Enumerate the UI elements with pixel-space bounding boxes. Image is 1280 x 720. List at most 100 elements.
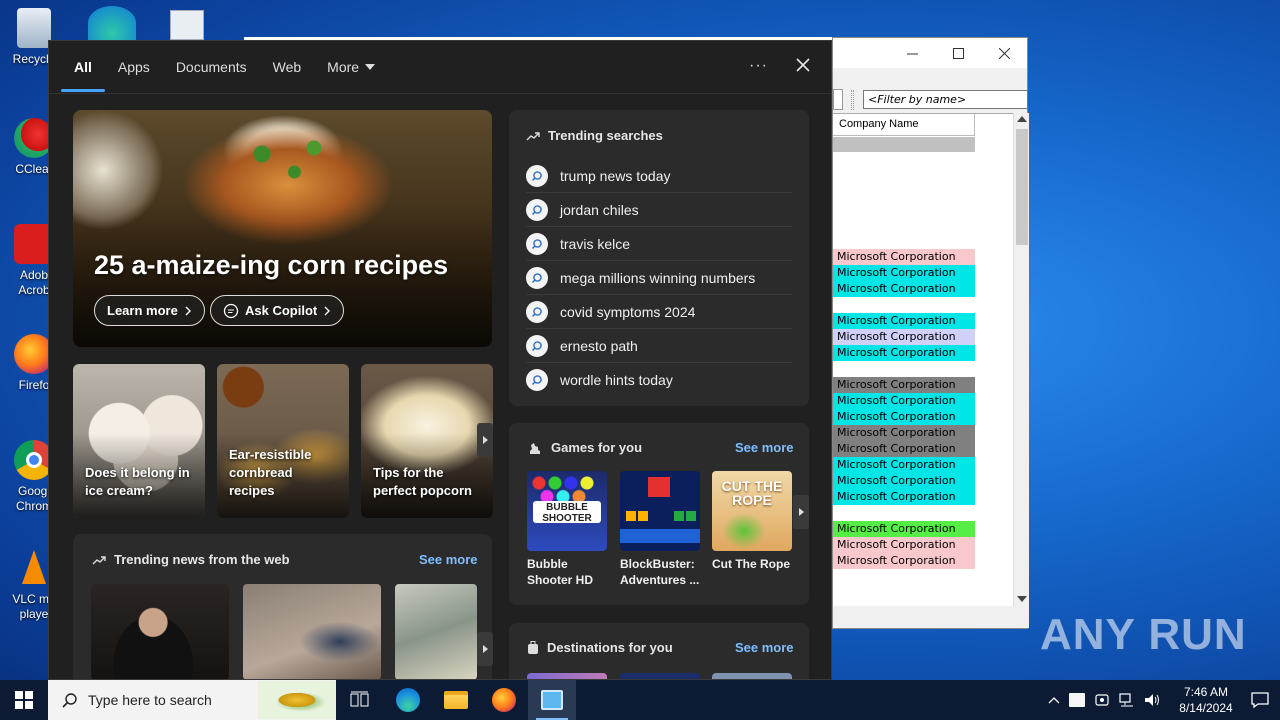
trending-search-item[interactable]: wordle hints today [526, 363, 792, 397]
news-image-1[interactable] [91, 584, 229, 679]
background-window[interactable]: <Filter by name> Company Name Microsoft … [832, 37, 1029, 629]
recycle-bin-icon [17, 8, 51, 48]
process-grid[interactable]: Company Name Microsoft Corporation Micros… [833, 113, 1013, 606]
table-row[interactable]: Microsoft Corporation [833, 393, 975, 409]
destinations-see-more-link[interactable]: See more [735, 640, 794, 655]
toolbar-box[interactable] [833, 89, 843, 110]
hero-title[interactable]: 25 a-maize-ing corn recipes [94, 250, 448, 281]
close-window-button[interactable] [981, 38, 1027, 68]
taskbar-file-explorer[interactable] [432, 680, 480, 720]
tab-label: All [74, 59, 92, 75]
destination-image-3[interactable] [712, 673, 792, 679]
destinations-panel: Destinations for you See more [509, 623, 809, 679]
tab-all[interactable]: All [61, 41, 105, 94]
news-image-2[interactable] [243, 584, 381, 679]
hero-card[interactable]: 25 a-maize-ing corn recipes Learn more A… [73, 110, 492, 347]
destination-image-2[interactable] [620, 673, 700, 679]
table-row[interactable]: Microsoft Corporation [833, 521, 975, 537]
filter-input[interactable]: <Filter by name> [863, 90, 1028, 109]
table-row[interactable]: Microsoft Corporation [833, 265, 975, 281]
news-see-more-link[interactable]: See more [419, 552, 478, 567]
notification-center-icon[interactable] [1250, 691, 1270, 709]
taskbar-firefox[interactable] [480, 680, 528, 720]
trending-search-item[interactable]: jordan chiles [526, 193, 792, 227]
news-image-3[interactable] [395, 584, 477, 679]
toolbar-separator [851, 90, 854, 110]
destinations-title-label: Destinations for you [547, 640, 673, 655]
start-button[interactable] [0, 680, 48, 720]
column-header-company[interactable]: Company Name [833, 114, 975, 136]
table-row[interactable]: Microsoft Corporation [833, 473, 975, 489]
volume-icon[interactable] [1144, 692, 1162, 708]
scroll-up-arrow[interactable] [1017, 116, 1027, 122]
games-next-button[interactable] [793, 495, 809, 529]
meet-now-icon[interactable] [1094, 692, 1110, 708]
trending-search-label: ernesto path [560, 337, 638, 354]
card-ice-cream[interactable]: Does it belong in ice cream? [73, 364, 205, 518]
card-caption: Ear-resistible cornbread recipes [229, 447, 312, 498]
horizontal-scrollbar[interactable] [833, 606, 1029, 628]
chevron-up-icon[interactable] [1048, 696, 1060, 704]
tab-more[interactable]: More [314, 41, 388, 94]
notes-icon[interactable] [1069, 693, 1085, 707]
table-row[interactable]: Microsoft Corporation [833, 345, 975, 361]
table-row[interactable]: Microsoft Corporation [833, 553, 975, 569]
trending-search-item[interactable]: covid symptoms 2024 [526, 295, 792, 329]
card-cornbread[interactable]: Ear-resistible cornbread recipes [217, 364, 349, 518]
tab-web[interactable]: Web [260, 41, 315, 94]
table-row[interactable]: Microsoft Corporation [833, 425, 975, 441]
trending-search-item[interactable]: travis kelce [526, 227, 792, 261]
table-row[interactable]: Microsoft Corporation [833, 441, 975, 457]
games-see-more-link[interactable]: See more [735, 440, 794, 455]
game-blockbuster[interactable]: BlockBuster: Adventures ... [620, 471, 700, 588]
more-options-button[interactable]: ··· [749, 57, 768, 75]
chevron-right-icon [185, 306, 191, 315]
edge-desktop-icon[interactable] [88, 6, 136, 40]
document-desktop-icon[interactable] [170, 10, 204, 40]
cards-next-button[interactable] [477, 423, 493, 457]
learn-more-button[interactable]: Learn more [94, 295, 205, 326]
folder-icon [444, 691, 468, 709]
anyrun-watermark: ANY RUN [1040, 610, 1247, 660]
cut-the-rope-logo: CUT THE ROPE [721, 478, 783, 508]
scroll-down-arrow[interactable] [1017, 596, 1027, 602]
card-popcorn[interactable]: Tips for the perfect popcorn [361, 364, 493, 518]
taskbar-edge[interactable] [384, 680, 432, 720]
maximize-button[interactable] [935, 38, 981, 68]
game-thumbnail [620, 471, 700, 551]
minimize-button[interactable] [889, 38, 935, 68]
close-flyout-button[interactable] [791, 53, 815, 77]
table-row[interactable]: Microsoft Corporation [833, 409, 975, 425]
table-row[interactable]: Microsoft Corporation [833, 377, 975, 393]
tab-documents[interactable]: Documents [163, 41, 260, 94]
table-row[interactable]: Microsoft Corporation [833, 313, 975, 329]
clock[interactable]: 7:46 AM 8/14/2024 [1171, 684, 1241, 716]
table-row[interactable]: Microsoft Corporation [833, 249, 975, 265]
news-next-button[interactable] [477, 632, 493, 666]
table-row[interactable]: Microsoft Corporation [833, 537, 975, 553]
destination-image-1[interactable] [527, 673, 607, 679]
scroll-thumb[interactable] [1016, 129, 1028, 245]
network-icon[interactable] [1119, 692, 1135, 708]
table-row[interactable]: Microsoft Corporation [833, 489, 975, 505]
bubble-shooter-logo: BUBBLE SHOOTER [533, 501, 601, 524]
trending-search-item[interactable]: ernesto path [526, 329, 792, 363]
vertical-scrollbar[interactable] [1013, 113, 1029, 606]
table-row[interactable]: Microsoft Corporation [833, 329, 975, 345]
trending-title-label: Trending searches [548, 128, 663, 143]
search-flyout[interactable]: All Apps Documents Web More ··· 25 a-mai… [48, 40, 832, 680]
taskbar-active-app[interactable] [528, 680, 576, 720]
window-titlebar[interactable] [833, 38, 1027, 68]
table-row[interactable]: Microsoft Corporation [833, 457, 975, 473]
selected-row[interactable] [833, 137, 975, 152]
taskbar-search-box[interactable]: Type here to search [48, 680, 336, 720]
trending-search-item[interactable]: mega millions winning numbers [526, 261, 792, 295]
task-view-button[interactable] [336, 680, 384, 720]
table-row[interactable]: Microsoft Corporation [833, 281, 975, 297]
ask-copilot-button[interactable]: Ask Copilot [210, 295, 345, 326]
game-bubble-shooter[interactable]: BUBBLE SHOOTER Bubble Shooter HD [527, 471, 607, 588]
tab-label: Apps [117, 59, 150, 75]
trending-search-item[interactable]: trump news today [526, 159, 792, 193]
tab-apps[interactable]: Apps [105, 41, 163, 94]
game-cut-the-rope[interactable]: CUT THE ROPE Cut The Rope [712, 471, 792, 572]
